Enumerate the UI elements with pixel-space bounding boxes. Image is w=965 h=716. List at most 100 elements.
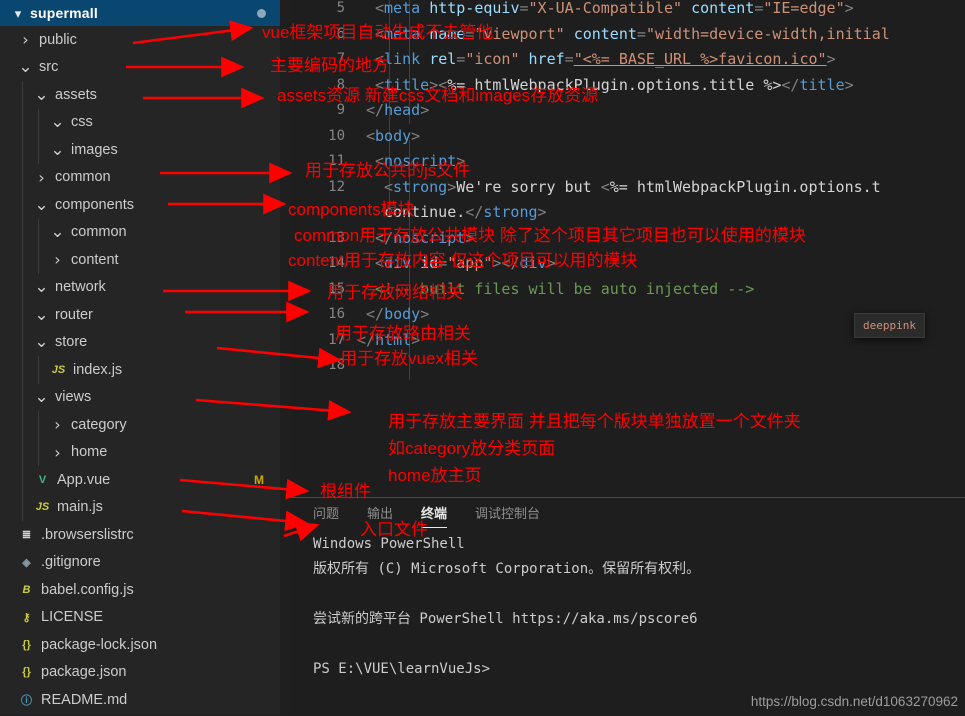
- line-number: 18: [328, 357, 345, 373]
- color-tooltip-label: deeppink: [863, 319, 916, 332]
- chevron-down-icon[interactable]: ⌄: [34, 277, 49, 297]
- tree-item--gitignore[interactable]: ◈ .gitignore: [0, 549, 280, 577]
- chevron-down-icon[interactable]: ⌄: [34, 387, 49, 407]
- tree-item-main-js[interactable]: JS main.js: [0, 493, 280, 521]
- bottom-panel: 问题 输出 终端 调试控制台 Windows PowerShell 版权所有 (C) M…: [291, 497, 965, 716]
- tree-item-common[interactable]: ⌄ common: [0, 218, 280, 246]
- code-line: 13 </noscript>: [291, 226, 965, 252]
- tree-item-label: App.vue: [57, 471, 111, 488]
- tree-item-package-json[interactable]: {} package.json: [0, 659, 280, 687]
- terminal-line: 尝试新的跨平台 PowerShell https://aka.ms/pscore…: [313, 611, 698, 627]
- code-line-text: </body>: [366, 305, 430, 323]
- code-line-text: <div id="app"></div>: [375, 254, 556, 272]
- tree-item--browserslistrc[interactable]: ≣ .browserslistrc: [0, 521, 280, 549]
- chevron-down-icon[interactable]: ⌄: [50, 140, 65, 160]
- code-line: 12 <strong>We're sorry but <%= htmlWebpac…: [291, 175, 965, 201]
- code-line: 6 <meta name="viewport" content="width=de…: [291, 22, 965, 48]
- tree-item-label: common: [71, 224, 127, 240]
- tree-item-package-lock-json[interactable]: {} package-lock.json: [0, 631, 280, 659]
- tree-item-label: common: [55, 169, 111, 185]
- tree-item-views[interactable]: ⌄ views: [0, 383, 280, 411]
- chevron-down-icon[interactable]: ⌄: [34, 305, 49, 325]
- panel-tab-inactive[interactable]: 问题: [313, 503, 339, 522]
- color-tooltip: deeppink: [854, 313, 925, 338]
- explorer-sidebar: ▾ supermall › public ⌄ src ⌄ assets ⌄ css ⌄ image…: [0, 0, 280, 715]
- panel-tab-active[interactable]: 终端: [421, 503, 448, 528]
- tree-item-router[interactable]: ⌄ router: [0, 301, 280, 329]
- chevron-down-icon[interactable]: ⌄: [50, 112, 65, 132]
- indent-guide: [38, 218, 39, 246]
- tree-item-babel-config-js[interactable]: Bbabel.config.js: [0, 576, 280, 604]
- chevron-right-icon[interactable]: ›: [18, 30, 33, 49]
- indent-guide: [22, 81, 23, 109]
- line-number: 13: [328, 229, 345, 246]
- tree-item-app-vue[interactable]: V App.vue M: [0, 466, 280, 494]
- chevron-right-icon[interactable]: ›: [50, 415, 65, 434]
- tree-item-home[interactable]: › home: [0, 438, 280, 466]
- panel-tab-inactive[interactable]: 输出: [367, 503, 393, 522]
- tree-item-label: index.js: [73, 361, 123, 378]
- indent-guide: [22, 191, 23, 219]
- tree-item-label: src: [39, 59, 59, 75]
- code-line-text: <noscript>: [375, 152, 466, 170]
- code-line: 10 <body>: [291, 124, 965, 150]
- indent-guide: [38, 411, 39, 439]
- code-content[interactable]: 5 <meta http-equiv="X-UA-Compatible" cont…: [291, 0, 965, 497]
- git-file-icon: ◈: [22, 556, 31, 569]
- indent-guide: [22, 466, 23, 494]
- tree-item-components[interactable]: ⌄ components: [0, 191, 280, 219]
- indent-guide: [22, 383, 23, 411]
- tree-item-category[interactable]: › category: [0, 411, 280, 439]
- code-line-text: <!-- built files will be auto injected -…: [375, 279, 755, 298]
- tree-item-images[interactable]: ⌄ images: [0, 136, 280, 164]
- indent-guide: [22, 218, 23, 246]
- line-number: 17: [328, 331, 345, 348]
- unsaved-indicator-dot: [257, 9, 266, 18]
- chevron-down-icon[interactable]: ⌄: [50, 222, 65, 242]
- code-line-text: <meta name="viewport" content="width=dev…: [375, 24, 890, 43]
- tree-item-label: content: [71, 251, 119, 268]
- indent-guide: [22, 411, 23, 439]
- code-line: 15 <!-- built files will be auto injected…: [291, 277, 965, 303]
- tree-item-label: css: [71, 114, 93, 130]
- tree-item-readme-md[interactable]: ⓘ README.md: [0, 686, 280, 714]
- tree-item-license[interactable]: ⚷ LICENSE: [0, 604, 280, 632]
- indent-guide: [38, 438, 39, 466]
- tree-item-content[interactable]: › content: [0, 246, 280, 274]
- tree-item-css[interactable]: ⌄ css: [0, 108, 280, 136]
- chevron-down-icon[interactable]: ⌄: [34, 85, 49, 105]
- tree-item-assets[interactable]: ⌄ assets: [0, 81, 280, 109]
- tree-item-src[interactable]: ⌄ src: [0, 54, 280, 82]
- tree-item-store[interactable]: ⌄ store: [0, 328, 280, 356]
- tree-item-label: .gitignore: [41, 554, 101, 570]
- babel-file-icon: B: [22, 583, 31, 596]
- sidebar-scrollbar-track[interactable]: [280, 0, 571, 715]
- tree-item-label: main.js: [57, 499, 103, 515]
- git-status-badge: M: [254, 473, 264, 487]
- panel-tab-inactive[interactable]: 调试控制台: [475, 503, 540, 522]
- explorer-root-folder[interactable]: ▾ supermall: [0, 0, 280, 26]
- tree-item-common[interactable]: › common: [0, 163, 280, 191]
- code-line: 8 <title><%= htmlWebpackPlugin.options.ti…: [291, 73, 965, 99]
- line-number: 10: [328, 127, 345, 144]
- tree-item-public[interactable]: › public: [0, 26, 280, 54]
- vscode-window: ▾ supermall › public ⌄ src ⌄ assets ⌄ css ⌄ image…: [0, 0, 965, 716]
- chevron-right-icon[interactable]: ›: [50, 443, 65, 462]
- chevron-down-icon[interactable]: ⌄: [34, 332, 49, 352]
- code-line-text: continue.</strong>: [384, 203, 547, 221]
- tree-item-network[interactable]: ⌄ network: [0, 273, 280, 301]
- code-line-text: <meta http-equiv="X-UA-Compatible" conte…: [375, 0, 854, 17]
- indent-guide: [22, 328, 23, 356]
- chevron-down-icon[interactable]: ⌄: [18, 57, 33, 77]
- code-line: 7 <link rel="icon" href="<%= BASE_URL %>f…: [291, 47, 965, 73]
- chevron-down-icon[interactable]: ⌄: [34, 195, 49, 215]
- chevron-right-icon[interactable]: ›: [50, 250, 65, 269]
- terminal-output[interactable]: Windows PowerShell 版权所有 (C) Microsoft Cor…: [313, 532, 953, 682]
- tree-item-index-js[interactable]: JS index.js: [0, 356, 280, 384]
- line-number: 14: [328, 255, 345, 271]
- code-line-text: </html>: [357, 330, 421, 349]
- indent-guide: [22, 163, 23, 191]
- chevron-right-icon[interactable]: ›: [34, 168, 49, 187]
- tree-item-label: components: [55, 196, 134, 213]
